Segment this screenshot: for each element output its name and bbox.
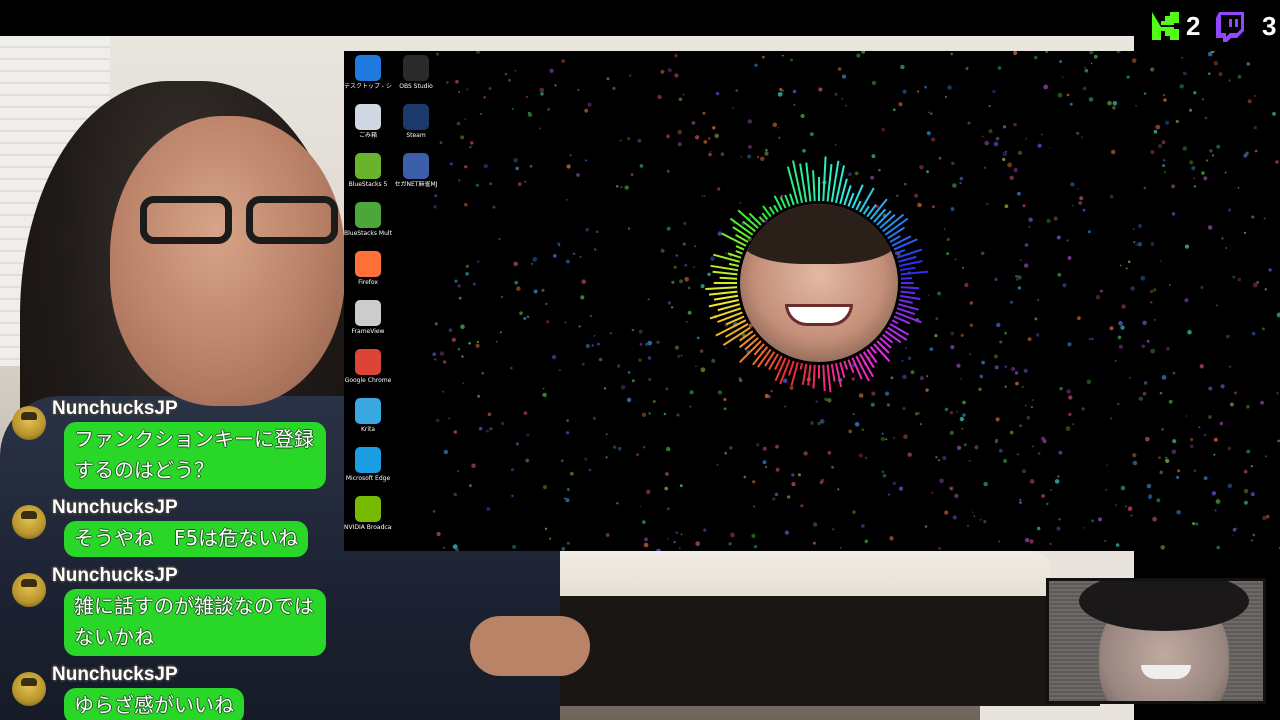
nvidia-broadcast-desktop-shortcut[interactable]: NVIDIA Broadcast [344,496,392,531]
mahjong-desktop-shortcut[interactable]: セガNET麻雀MJ [392,153,440,188]
user-avatar [12,672,46,706]
desktop-icon-label: Microsoft Edge [345,475,391,482]
desktop-icon-label: ごみ箱 [358,132,377,139]
chat-username: NunchucksJP [52,664,178,685]
desktop-icon-label: OBS Studio [399,83,433,90]
firefox-icon [355,251,381,277]
desktop-icon-label: Firefox [358,279,378,286]
desktop-icon-label: BlueStacks Multi-Instan... [344,230,392,237]
nvidia-broadcast-icon [355,496,381,522]
chat-bubble: ファンクションキーに登録するのはどう？ [64,422,326,489]
bluestacks-desktop-shortcut[interactable]: BlueStacks 5 [344,153,392,188]
desktop-icon-label: BlueStacks 5 [348,181,388,188]
recycle-bin-icon [355,104,381,130]
chat-message: NunchucksJP ファンクションキーに登録するのはどう？ [8,396,338,489]
desktop-icon-label: デスクトップ - ショートカット (OneDri... [344,83,392,90]
edge-desktop-shortcut[interactable]: Microsoft Edge [344,447,392,482]
bluestacks-icon [355,153,381,179]
onedrive-icon [355,55,381,81]
recycle-bin-desktop-shortcut[interactable]: ごみ箱 [344,104,392,139]
edge-icon [355,447,381,473]
user-avatar [12,505,46,539]
steam-icon [403,104,429,130]
kick-viewer-count: 2 [1186,10,1201,41]
onedrive-desktop-shortcut[interactable]: デスクトップ - ショートカット (OneDri... [344,55,392,90]
chat-message: NunchucksJP ゆらざ感がいいね [8,662,338,720]
bluestacks-multi-desktop-shortcut[interactable]: BlueStacks Multi-Instan... [344,202,392,237]
twitch-viewer-counter: 3 [1214,6,1276,46]
audio-visualizer [664,136,964,426]
krita-desktop-shortcut[interactable]: Krita [344,398,392,433]
chat-overlay: NunchucksJP ファンクションキーに登録するのはどう？ Nunchuck… [8,396,338,720]
bluestacks-multi-icon [355,202,381,228]
chat-username: NunchucksJP [52,497,178,518]
firefox-desktop-shortcut[interactable]: Firefox [344,251,392,286]
chat-message: NunchucksJP 雑に話すのが雑談なのではないかね [8,563,338,656]
glasses [140,196,350,246]
visualizer-avatar [740,204,898,362]
kick-viewer-counter: 2 [1150,6,1200,46]
chrome-desktop-shortcut[interactable]: Google Chrome [344,349,392,384]
obs-desktop-shortcut[interactable]: OBS Studio [392,55,440,90]
desktop-icon-label: セガNET麻雀MJ [394,181,438,188]
chat-bubble: ゆらざ感がいいね [64,688,244,720]
chrome-icon [355,349,381,375]
twitch-logo-icon [1216,12,1244,42]
chat-bubble: 雑に話すのが雑談なのではないかね [64,589,326,656]
desktop-icon-label: Steam [406,132,426,139]
user-avatar [12,406,46,440]
streamer-face [110,116,345,406]
desktop-capture: デスクトップ - ショートカット (OneDri... OBS Studio ごみ箱… [344,51,1280,551]
guest-webcam-feed [1046,578,1266,704]
chat-bubble: そうやね F5は危ないね [64,521,309,557]
steam-desktop-shortcut[interactable]: Steam [392,104,440,139]
chat-message: NunchucksJP そうやね F5は危ないね [8,495,338,557]
mahjong-icon [403,153,429,179]
desk [540,596,1100,706]
desktop-icon-label: Google Chrome [344,377,392,384]
chat-username: NunchucksJP [52,398,178,419]
kick-logo-icon [1152,12,1179,40]
chat-username: NunchucksJP [52,565,178,586]
desktop-icon-label: Krita [360,426,376,433]
frameview-icon [355,300,381,326]
obs-icon [403,55,429,81]
twitch-viewer-count: 3 [1262,10,1277,41]
top-bar: 2 3 [0,0,1280,42]
desktop-icon-label: FrameView [351,328,385,335]
streamer-hand [470,616,590,676]
frameview-desktop-shortcut[interactable]: FrameView [344,300,392,335]
krita-icon [355,398,381,424]
user-avatar [12,573,46,607]
desktop-icon-label: NVIDIA Broadcast [344,524,392,531]
